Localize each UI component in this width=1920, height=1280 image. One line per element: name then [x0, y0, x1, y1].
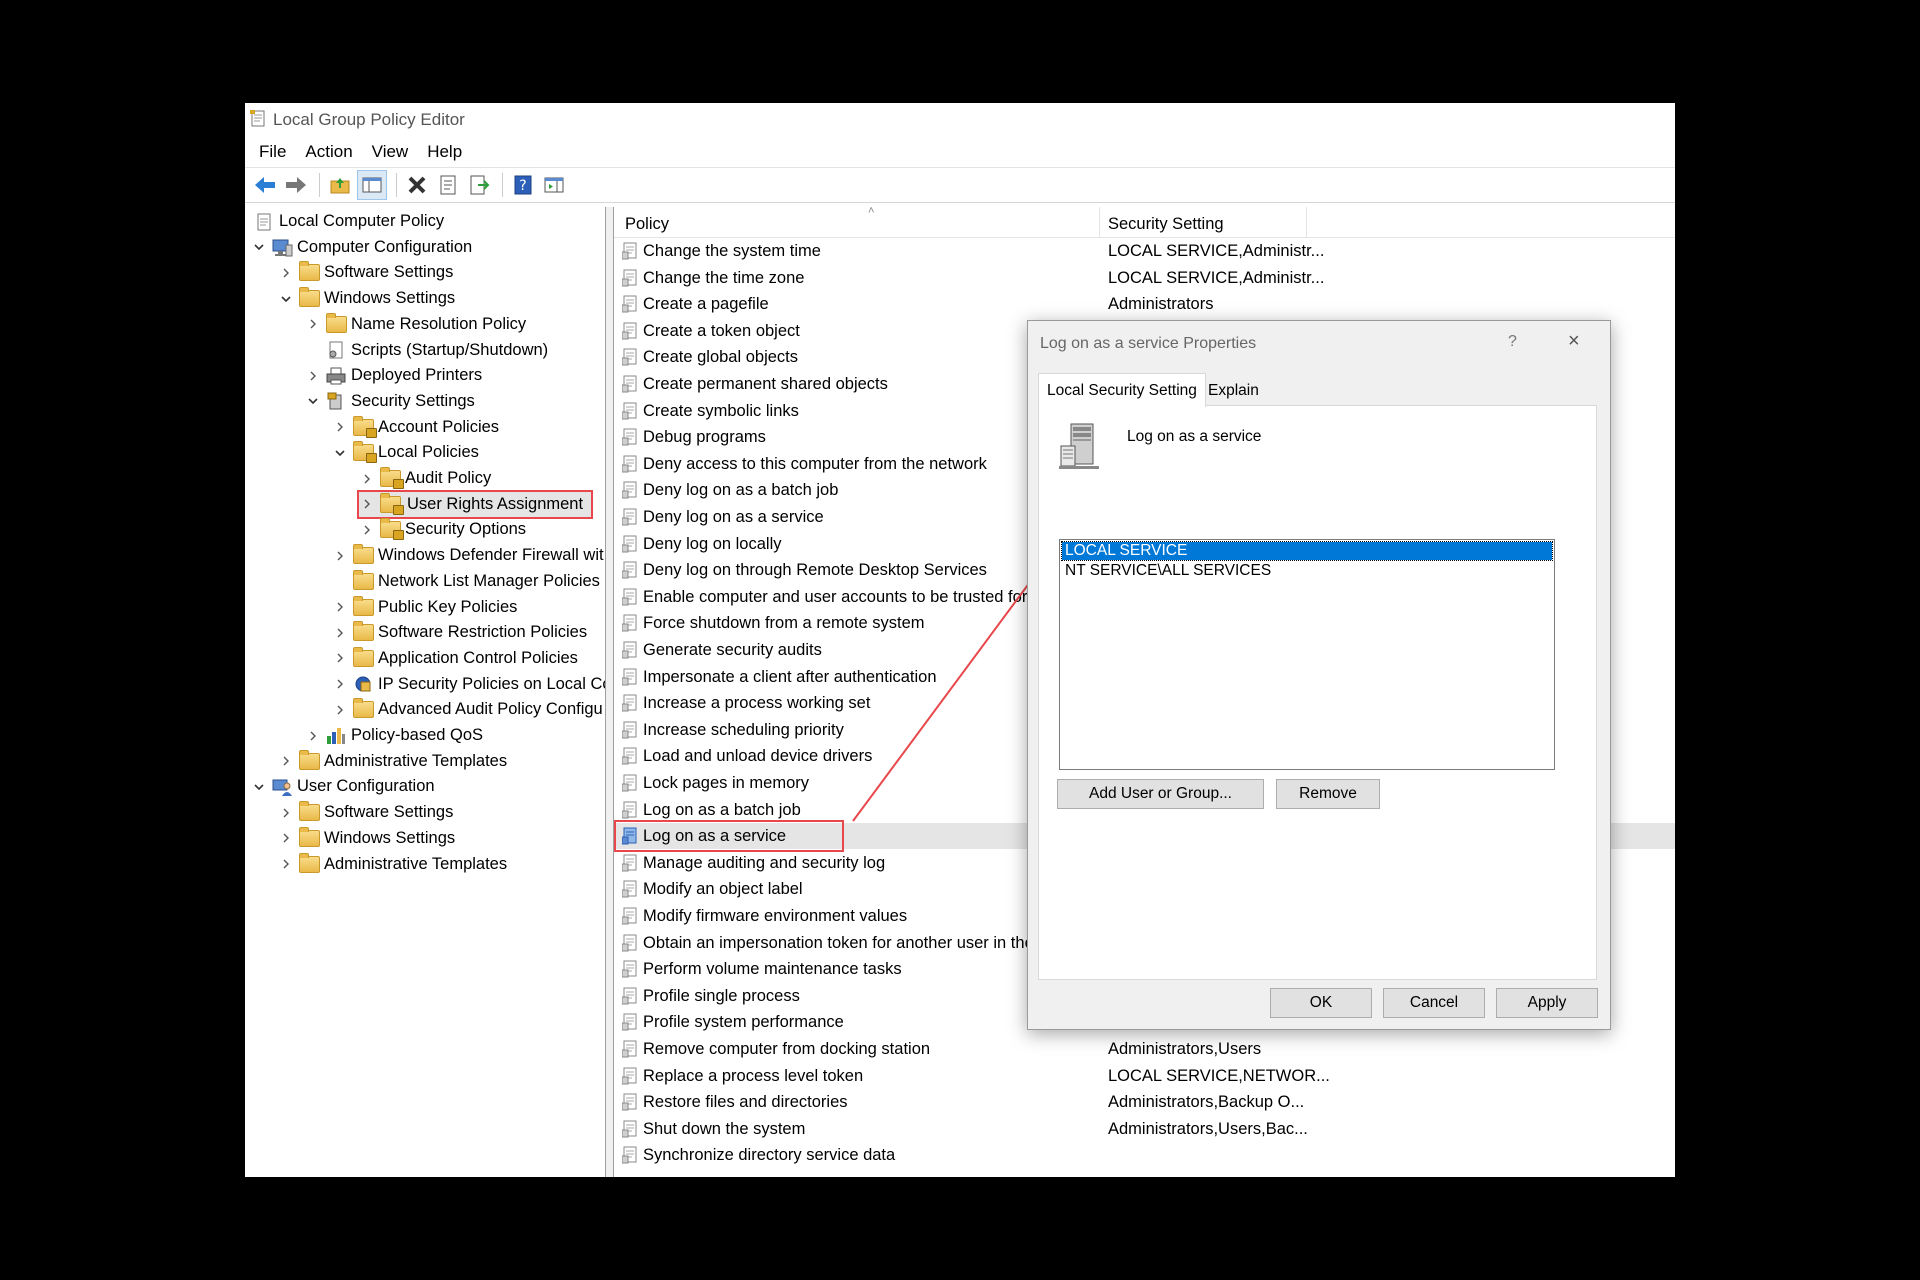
close-icon[interactable]: × [1568, 330, 1580, 353]
ok-button[interactable]: OK [1270, 988, 1372, 1018]
dialog-title: Log on as a service Properties [1040, 335, 1257, 352]
cancel-button[interactable]: Cancel [1383, 988, 1485, 1018]
policy-name-label: Log on as a service [1127, 428, 1262, 445]
members-listbox[interactable]: LOCAL SERVICE NT SERVICE\ALL SERVICES [1059, 539, 1555, 770]
properties-dialog: Log on as a service Properties ? × Local… [1027, 320, 1611, 1030]
add-user-or-group-button[interactable]: Add User or Group... [1057, 779, 1264, 809]
tab-panel: Log on as a service LOCAL SERVICE NT SER… [1038, 405, 1597, 980]
tab-local-security-setting[interactable]: Local Security Setting [1038, 373, 1206, 407]
help-question-icon[interactable]: ? [1508, 333, 1517, 351]
server-icon [1057, 422, 1101, 475]
tab-explain[interactable]: Explain [1200, 377, 1267, 405]
apply-button[interactable]: Apply [1496, 988, 1598, 1018]
remove-button[interactable]: Remove [1276, 779, 1380, 809]
member-item[interactable]: NT SERVICE\ALL SERVICES [1062, 562, 1552, 580]
member-item[interactable]: LOCAL SERVICE [1061, 541, 1553, 561]
